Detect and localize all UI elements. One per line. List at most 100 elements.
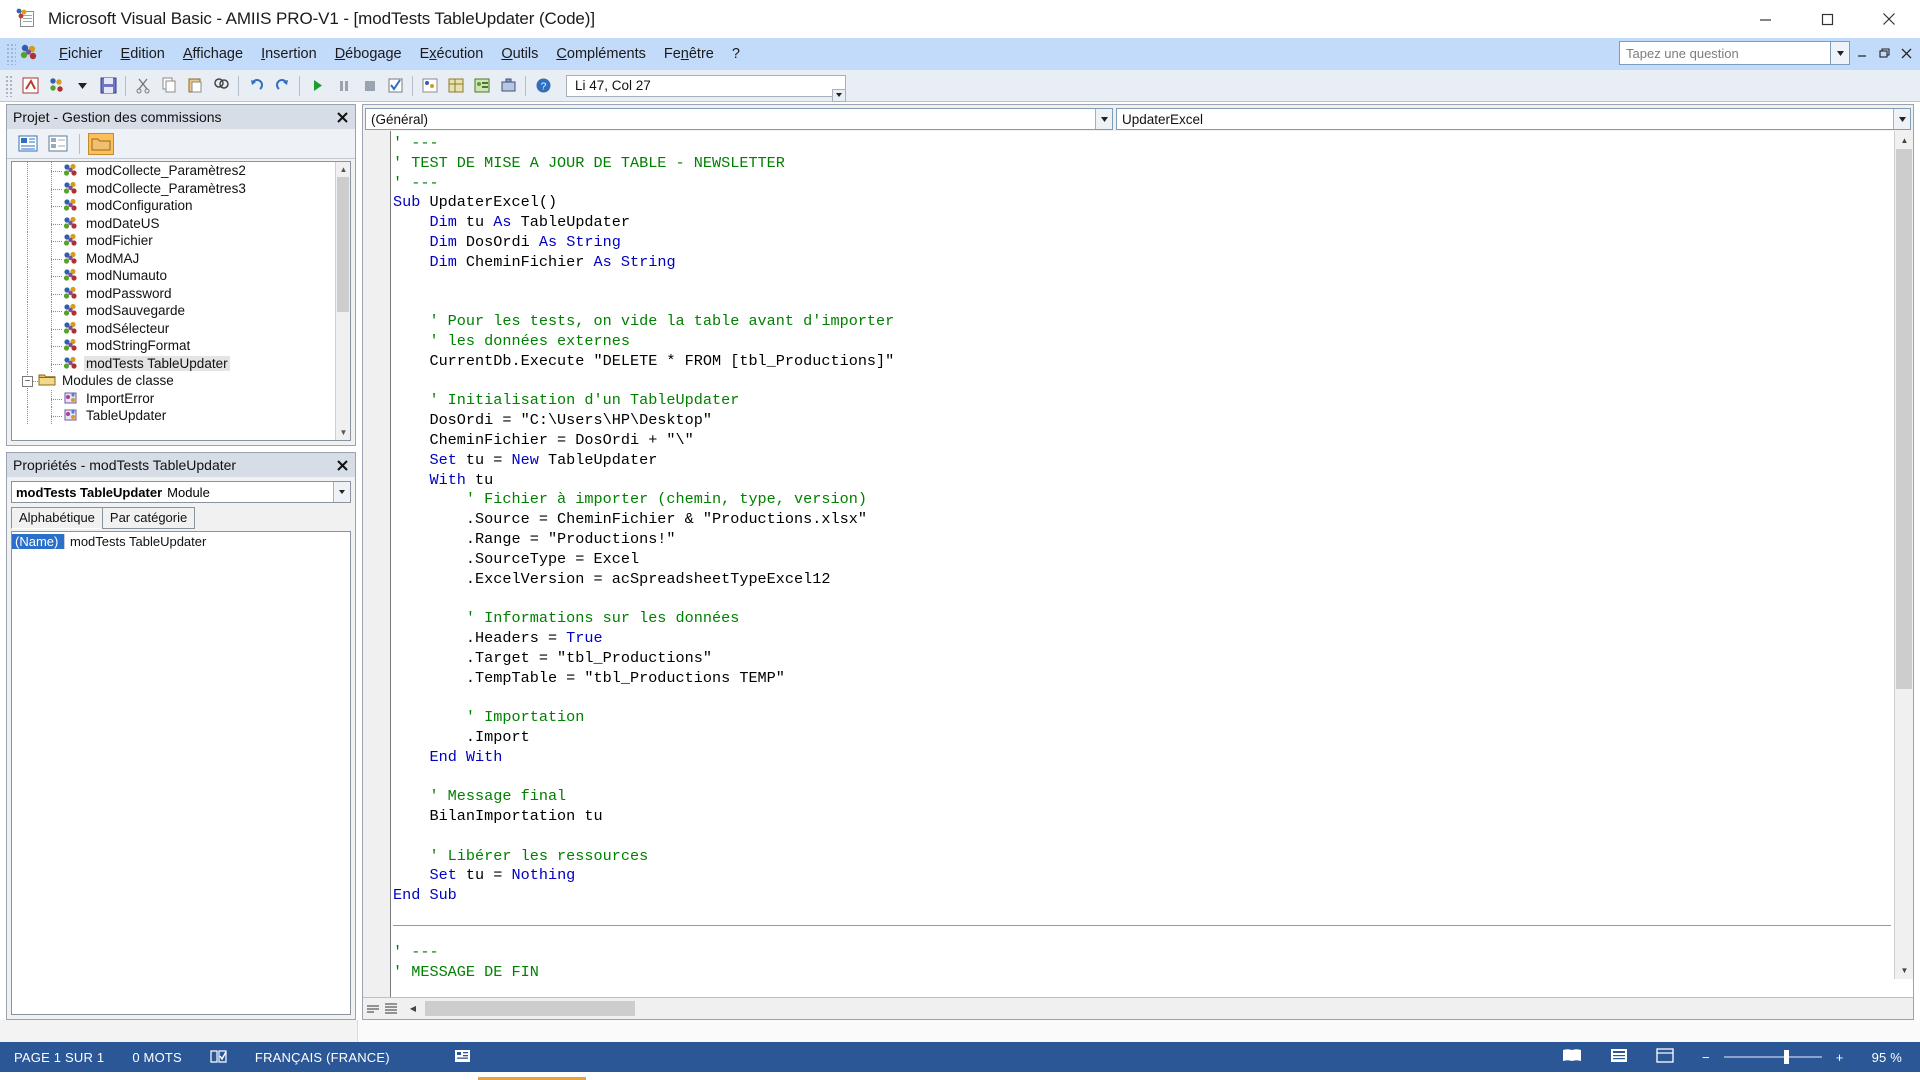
toolbox-icon[interactable] bbox=[495, 74, 521, 98]
menu-insertion[interactable]: Insertion bbox=[252, 42, 326, 66]
zoom-slider[interactable] bbox=[1723, 1050, 1822, 1064]
code-editor-body[interactable]: ' --- ' TEST DE MISE A JOUR DE TABLE - N… bbox=[363, 131, 1913, 997]
menu-drag-grip[interactable] bbox=[6, 43, 16, 65]
break-icon[interactable] bbox=[330, 74, 356, 98]
tree-item-modmaj[interactable]: ModMAJ bbox=[12, 249, 350, 267]
procedure-view-icon[interactable] bbox=[365, 1001, 381, 1017]
code-scroll-down-icon[interactable]: ▼ bbox=[1895, 961, 1913, 979]
properties-object-selector[interactable]: modTests TableUpdater Module bbox=[11, 481, 351, 503]
code-scroll-left-icon[interactable]: ◀ bbox=[405, 1000, 421, 1017]
status-language[interactable]: FRANÇAIS (FRANCE) bbox=[241, 1050, 404, 1065]
maximize-button[interactable] bbox=[1796, 0, 1858, 38]
tab-alphabetique[interactable]: Alphabétique bbox=[11, 507, 103, 529]
tree-item-modstringformat[interactable]: modStringFormat bbox=[12, 337, 350, 355]
properties-object-dropdown-icon[interactable] bbox=[333, 482, 350, 502]
menu-fichier[interactable]: Fichier bbox=[50, 42, 112, 66]
print-layout-icon[interactable] bbox=[1596, 1048, 1642, 1066]
view-code-icon[interactable] bbox=[15, 133, 41, 155]
ask-a-question-input[interactable]: Tapez une question bbox=[1619, 41, 1831, 65]
menu-affichage[interactable]: Affichage bbox=[174, 42, 252, 66]
procedure-dropdown-arrow-icon[interactable] bbox=[1893, 109, 1910, 129]
status-page-count[interactable]: PAGE 1 SUR 1 bbox=[0, 1050, 118, 1065]
code-horizontal-scroll-thumb[interactable] bbox=[425, 1001, 635, 1016]
tree-item-modcollecte-param-tres2[interactable]: modCollecte_Paramètres2 bbox=[12, 162, 350, 180]
zoom-in-button[interactable]: + bbox=[1832, 1050, 1858, 1065]
toolbar-drag-grip[interactable] bbox=[5, 74, 13, 97]
undo-icon[interactable] bbox=[243, 74, 269, 98]
find-icon[interactable] bbox=[208, 74, 234, 98]
tree-item-modtests-tableupdater[interactable]: modTests TableUpdater bbox=[12, 354, 350, 372]
insert-module-icon[interactable] bbox=[43, 74, 69, 98]
code-scroll-thumb[interactable] bbox=[1896, 149, 1912, 689]
view-access-icon[interactable] bbox=[17, 74, 43, 98]
property-value[interactable]: modTests TableUpdater bbox=[64, 533, 350, 549]
zoom-out-button[interactable]: − bbox=[1688, 1050, 1714, 1065]
code-vertical-scrollbar[interactable]: ▲ ▼ bbox=[1894, 131, 1913, 979]
cursor-position-dropdown[interactable] bbox=[832, 88, 846, 102]
menu-debogage[interactable]: Débogage bbox=[326, 42, 411, 66]
doc-close-button[interactable] bbox=[1896, 41, 1916, 65]
properties-grid[interactable]: (Name) modTests TableUpdater bbox=[11, 531, 351, 1015]
tree-scroll-down-icon[interactable]: ▼ bbox=[336, 425, 350, 440]
zoom-slider-knob[interactable] bbox=[1783, 1050, 1789, 1064]
web-layout-icon[interactable] bbox=[1642, 1048, 1688, 1066]
view-object-icon[interactable] bbox=[45, 133, 71, 155]
ask-a-question-dropdown[interactable] bbox=[1831, 41, 1850, 65]
object-browser-icon[interactable] bbox=[469, 74, 495, 98]
reset-icon[interactable] bbox=[356, 74, 382, 98]
menu-complements[interactable]: Compléments bbox=[547, 42, 654, 66]
tree-item-modcollecte-param-tres3[interactable]: modCollecte_Paramètres3 bbox=[12, 179, 350, 197]
status-word-count[interactable]: 0 MOTS bbox=[118, 1050, 196, 1065]
code-scroll-up-icon[interactable]: ▲ bbox=[1895, 131, 1913, 149]
tree-item-modpassword[interactable]: modPassword bbox=[12, 284, 350, 302]
menu-execution[interactable]: Exécution bbox=[411, 42, 493, 66]
code-text-trailing[interactable]: ' --- ' MESSAGE DE FIN bbox=[393, 943, 1891, 983]
full-module-view-icon[interactable] bbox=[383, 1001, 399, 1017]
cut-icon[interactable] bbox=[130, 74, 156, 98]
code-margin-indicator-bar[interactable] bbox=[363, 131, 391, 997]
tree-item-modules-de-classe[interactable]: − Modules de classe bbox=[12, 372, 350, 390]
project-tree[interactable]: modCollecte_Paramètres2 modCollecte_Param… bbox=[11, 161, 351, 441]
tree-item-tableupdater[interactable]: TableUpdater bbox=[12, 407, 350, 425]
tree-item-moddateus[interactable]: modDateUS bbox=[12, 214, 350, 232]
copy-icon[interactable] bbox=[156, 74, 182, 98]
tree-item-mods-lecteur[interactable]: modSélecteur bbox=[12, 319, 350, 337]
design-mode-icon[interactable] bbox=[382, 74, 408, 98]
tree-scroll-up-icon[interactable]: ▲ bbox=[336, 162, 350, 177]
tree-item-modfichier[interactable]: modFichier bbox=[12, 232, 350, 250]
menu-outils[interactable]: Outils bbox=[492, 42, 547, 66]
procedure-dropdown[interactable]: UpdaterExcel bbox=[1116, 108, 1911, 130]
run-icon[interactable] bbox=[304, 74, 330, 98]
read-mode-icon[interactable] bbox=[1548, 1048, 1596, 1066]
tree-expander-icon[interactable]: − bbox=[22, 376, 33, 387]
redo-icon[interactable] bbox=[269, 74, 295, 98]
minimize-button[interactable] bbox=[1734, 0, 1796, 38]
doc-restore-button[interactable] bbox=[1874, 41, 1894, 65]
menu-edition[interactable]: Edition bbox=[112, 42, 174, 66]
project-explorer-icon[interactable] bbox=[417, 74, 443, 98]
properties-panel-close-icon[interactable] bbox=[333, 456, 351, 474]
code-text-main[interactable]: ' --- ' TEST DE MISE A JOUR DE TABLE - N… bbox=[393, 134, 1891, 906]
save-icon[interactable] bbox=[95, 74, 121, 98]
tree-item-modnumauto[interactable]: modNumauto bbox=[12, 267, 350, 285]
object-dropdown[interactable]: (Général) bbox=[365, 108, 1113, 130]
zoom-level-label[interactable]: 95 % bbox=[1858, 1050, 1920, 1065]
toggle-folders-icon[interactable] bbox=[88, 132, 114, 155]
paste-icon[interactable] bbox=[182, 74, 208, 98]
tree-item-importerror[interactable]: ImportError bbox=[12, 389, 350, 407]
object-dropdown-arrow-icon[interactable] bbox=[1095, 109, 1112, 129]
properties-window-icon[interactable] bbox=[443, 74, 469, 98]
tree-item-modconfiguration[interactable]: modConfiguration bbox=[12, 197, 350, 215]
proofing-icon[interactable] bbox=[196, 1049, 241, 1066]
cursor-position-box[interactable]: Li 47, Col 27 bbox=[566, 74, 846, 102]
tree-scroll-thumb[interactable] bbox=[337, 177, 349, 312]
help-icon[interactable]: ? bbox=[530, 74, 556, 98]
menu-fenetre[interactable]: Fenêtre bbox=[655, 42, 723, 66]
properties-row[interactable]: (Name) modTests TableUpdater bbox=[12, 532, 350, 550]
tree-item-modsauvegarde[interactable]: modSauvegarde bbox=[12, 302, 350, 320]
project-explorer-close-icon[interactable] bbox=[333, 108, 351, 126]
close-button[interactable] bbox=[1858, 0, 1920, 38]
insert-dropdown-icon[interactable] bbox=[69, 74, 95, 98]
doc-minimize-button[interactable] bbox=[1852, 41, 1872, 65]
macro-record-icon[interactable] bbox=[404, 1048, 485, 1066]
